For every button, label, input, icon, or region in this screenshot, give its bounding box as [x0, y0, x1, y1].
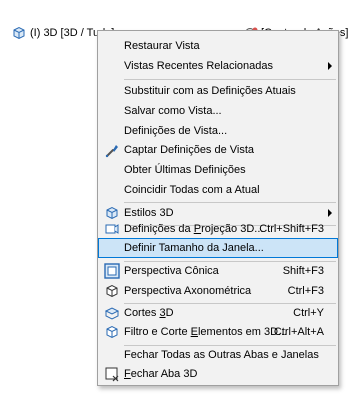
- filter-cut-icon: [106, 325, 118, 339]
- context-menu: Restaurar Vista Vistas Recentes Relacion…: [97, 30, 339, 386]
- menu-item-label: Perspectiva Axonométrica: [124, 285, 252, 297]
- menu-item-label: Definir Tamanho da Janela...: [124, 242, 264, 254]
- projection-settings-icon: [105, 224, 119, 234]
- menu-item-label: Captar Definições de Vista: [124, 144, 255, 156]
- menu-item-fechar-todas[interactable]: Fechar Todas as Outras Abas e Janelas: [98, 345, 338, 365]
- menu-item-definir-tamanho-janela[interactable]: Definir Tamanho da Janela...: [98, 238, 338, 258]
- menu-item-shortcut: Ctrl+Y: [293, 307, 324, 319]
- menu-item-label: Obter Últimas Definições: [124, 164, 246, 176]
- menu-item-label: Coincidir Todas com a Atual: [124, 184, 260, 196]
- 3d-cube-icon: [13, 26, 25, 40]
- menu-item-label: Vistas Recentes Relacionadas: [124, 60, 273, 72]
- menu-item-label: Cortes 3D: [124, 307, 174, 319]
- menu-item-vistas-recentes[interactable]: Vistas Recentes Relacionadas: [98, 56, 338, 76]
- menu-item-label: Definições de Vista...: [124, 125, 228, 137]
- screen: (I) 3D [3D / Tudo] × [Centro de Ações] R…: [0, 0, 357, 400]
- menu-item-perspectiva-conica[interactable]: Perspectiva Cônica Shift+F3: [98, 261, 338, 281]
- menu-item-label: Salvar como Vista...: [124, 105, 222, 117]
- perspective-icon: [104, 263, 120, 279]
- menu-item-filtro-corte-elementos[interactable]: Filtro e Corte Elementos em 3D... Ctrl+A…: [98, 322, 338, 342]
- menu-item-salvar-como-vista[interactable]: Salvar como Vista...: [98, 101, 338, 121]
- menu-item-cortes-3d[interactable]: Cortes 3D Ctrl+Y: [98, 303, 338, 323]
- menu-item-obter-ultimas[interactable]: Obter Últimas Definições: [98, 160, 338, 180]
- menu-item-label: Fechar Todas as Outras Abas e Janelas: [124, 349, 319, 361]
- submenu-arrow-icon: [328, 209, 332, 217]
- menu-item-shortcut: Shift+F3: [282, 265, 324, 277]
- axonometry-icon: [106, 284, 118, 298]
- menu-item-label: Estilos 3D: [124, 207, 174, 219]
- menu-item-label: Perspectiva Cônica: [124, 265, 219, 277]
- menu-item-perspectiva-axonometrica[interactable]: Perspectiva Axonométrica Ctrl+F3: [98, 281, 338, 301]
- submenu-arrow-icon: [328, 62, 332, 70]
- menu-item-label: Restaurar Vista: [124, 40, 200, 52]
- menu-item-label: Fechar Aba 3D: [124, 368, 198, 380]
- menu-item-coincidir-todas[interactable]: Coincidir Todas com a Atual: [98, 180, 338, 200]
- eyedropper-icon: [105, 145, 118, 158]
- menu-item-label: Filtro e Corte Elementos em 3D...: [124, 326, 288, 338]
- menu-item-captar-definicoes[interactable]: Captar Definições de Vista: [98, 140, 338, 160]
- menu-item-label: Substituir com as Definições Atuais: [124, 85, 296, 97]
- close-tab-icon: [105, 367, 119, 382]
- menu-item-definicoes-projecao[interactable]: Definições da Projeção 3D... Ctrl+Shift+…: [98, 219, 338, 239]
- menu-item-label: Definições da Projeção 3D...: [124, 223, 264, 235]
- 3d-cutaway-icon: [104, 307, 120, 320]
- menu-item-shortcut: Ctrl+Alt+A: [273, 326, 324, 338]
- menu-item-shortcut: Ctrl+Shift+F3: [259, 223, 324, 235]
- menu-item-substituir[interactable]: Substituir com as Definições Atuais: [98, 81, 338, 101]
- menu-separator: [124, 79, 336, 80]
- menu-item-shortcut: Ctrl+F3: [287, 285, 324, 297]
- menu-item-definicoes-de-vista[interactable]: Definições de Vista...: [98, 121, 338, 141]
- menu-item-restaurar-vista[interactable]: Restaurar Vista: [98, 36, 338, 56]
- menu-item-fechar-aba-3d[interactable]: Fechar Aba 3D: [98, 364, 338, 384]
